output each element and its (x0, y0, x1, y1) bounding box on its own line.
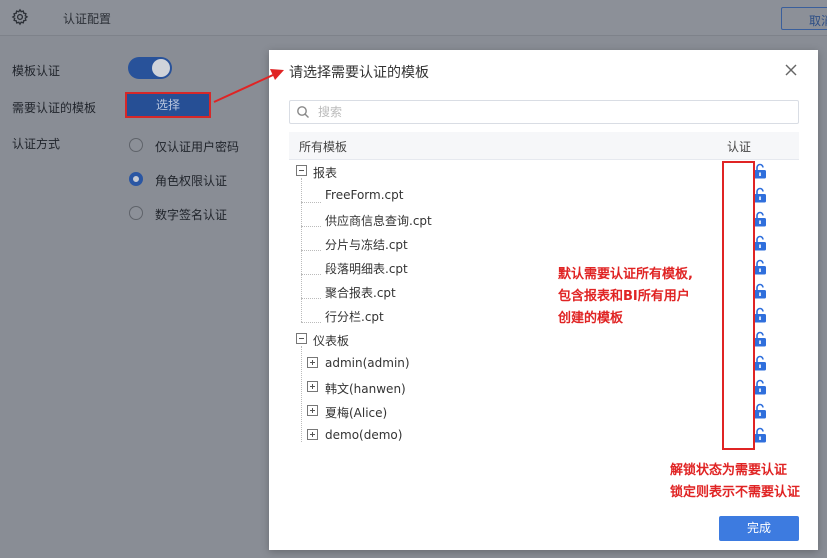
unlock-icon[interactable] (753, 307, 767, 323)
expand-icon[interactable] (307, 405, 318, 416)
unlock-icon[interactable] (753, 427, 767, 443)
collapse-icon[interactable] (296, 165, 307, 176)
unlock-icon[interactable] (753, 355, 767, 371)
unlock-icon[interactable] (753, 259, 767, 275)
tree-folder-label: 夏梅(Alice) (325, 406, 388, 420)
cancel-button[interactable]: 取消 (781, 7, 827, 30)
auth-method-label-password: 仅认证用户密码 (155, 140, 240, 154)
tree-folder-label: 韩文(hanwen) (325, 382, 406, 396)
close-icon[interactable] (784, 63, 798, 77)
search-input[interactable] (318, 103, 788, 121)
tree-item-label: 段落明细表.cpt (325, 262, 408, 276)
auth-method-radio-password[interactable] (129, 138, 143, 152)
expand-icon[interactable] (307, 381, 318, 392)
toggle-knob (152, 59, 170, 77)
tree-item-label: 供应商信息查询.cpt (325, 214, 432, 228)
tree-group-label: 仪表板 (313, 334, 350, 348)
confirm-button[interactable]: 完成 (719, 516, 799, 541)
page-title: 认证配置 (63, 12, 112, 26)
tree-folder-label: demo(demo) (325, 428, 403, 442)
auth-method-label-signature: 数字签名认证 (155, 208, 228, 222)
unlock-icon[interactable] (753, 331, 767, 347)
template-auth-label: 模板认证 (12, 64, 61, 78)
unlock-icon[interactable] (753, 187, 767, 203)
tree-item-label: 行分栏.cpt (325, 310, 384, 324)
select-templates-button[interactable]: 选择 (125, 92, 211, 118)
lock-column-highlight (722, 161, 755, 450)
column-header-auth: 认证 (726, 140, 751, 154)
collapse-icon[interactable] (296, 333, 307, 344)
tree-group-label: 报表 (313, 166, 338, 180)
tree-folder-label: admin(admin) (325, 356, 410, 370)
unlock-icon[interactable] (753, 403, 767, 419)
page-header: 认证配置 取消 (0, 0, 827, 36)
annotation-line: 包含报表和BI所有用户 (558, 289, 690, 304)
annotation-line: 默认需要认证所有模板, (558, 267, 693, 282)
unlock-icon[interactable] (753, 379, 767, 395)
expand-icon[interactable] (307, 357, 318, 368)
auth-method-radio-role[interactable] (129, 172, 143, 186)
annotation-line: 锁定则表示不需要认证 (670, 485, 801, 500)
annotation-lock-meaning: 解锁状态为需要认证 锁定则表示不需要认证 (670, 460, 800, 504)
search-icon (297, 106, 309, 118)
auth-method-label: 认证方式 (12, 137, 61, 151)
unlock-icon[interactable] (753, 211, 767, 227)
column-header-templates: 所有模板 (299, 140, 348, 154)
template-auth-toggle[interactable] (128, 57, 172, 79)
gear-icon (11, 8, 29, 26)
unlock-icon[interactable] (753, 163, 767, 179)
auth-method-radio-signature[interactable] (129, 206, 143, 220)
search-box[interactable] (289, 100, 799, 124)
unlock-icon[interactable] (753, 235, 767, 251)
auth-method-label-role: 角色权限认证 (155, 174, 228, 188)
dialog-title: 请选择需要认证的模板 (289, 65, 429, 81)
annotation-line: 解锁状态为需要认证 (670, 463, 788, 478)
annotation-line: 创建的模板 (558, 311, 624, 326)
tree-item-label: 聚合报表.cpt (325, 286, 396, 300)
tree-item-label: 分片与冻结.cpt (325, 238, 408, 252)
unlock-icon[interactable] (753, 283, 767, 299)
tree-item-label: FreeForm.cpt (325, 188, 404, 202)
templates-label: 需要认证的模板 (12, 101, 97, 115)
expand-icon[interactable] (307, 429, 318, 440)
annotation-default-auth: 默认需要认证所有模板, 包含报表和BI所有用户 创建的模板 (558, 264, 693, 330)
table-header: 所有模板 认证 (289, 132, 799, 160)
